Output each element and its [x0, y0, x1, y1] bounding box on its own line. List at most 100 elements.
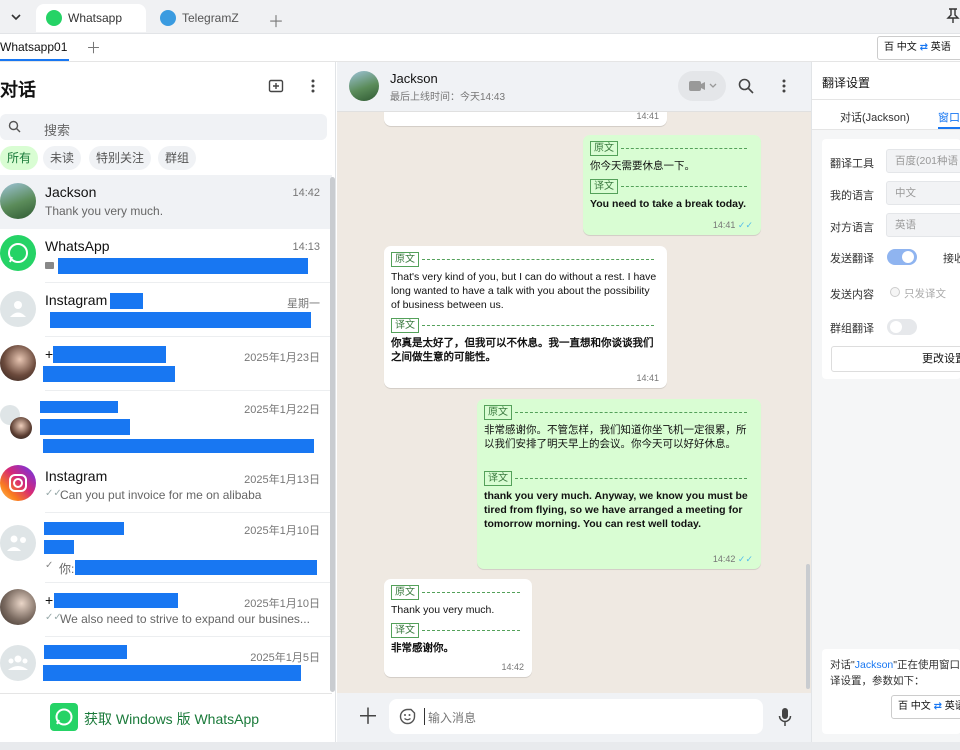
- avatar[interactable]: [349, 71, 379, 101]
- redacted-text: [50, 312, 311, 328]
- sent-check-icon: ✓: [45, 560, 54, 571]
- read-check-icon: ✓✓: [737, 220, 753, 230]
- message-time: 14:42 ✓✓: [712, 554, 753, 564]
- radio-only-translation[interactable]: [890, 287, 900, 297]
- menu-dots-icon[interactable]: [306, 77, 320, 95]
- peer-language-select[interactable]: 英语: [886, 213, 960, 237]
- translate-tool-select[interactable]: 百度(201种语: [886, 149, 960, 173]
- redacted-text: [44, 540, 74, 554]
- settings-header: 翻译设置: [812, 62, 960, 100]
- message-bubble-out[interactable]: 原文 非常感谢你。不管怎样，我们知道你坐飞机一定很累，所以我们安排了明天早上的会…: [477, 399, 761, 569]
- add-tab-icon[interactable]: ＋: [268, 8, 284, 32]
- tab-window-settings[interactable]: 窗口: [938, 109, 960, 125]
- translate-tool-label: 翻译工具: [830, 158, 874, 170]
- telegram-icon: [160, 10, 176, 26]
- message-original: Thank you very much.: [391, 604, 495, 616]
- swap-icon[interactable]: ⇄: [920, 42, 928, 53]
- message-translation: You need to take a break today.: [590, 198, 746, 210]
- browser-tab-bar: Whatsapp TelegramZ ＋: [0, 0, 960, 34]
- filter-groups[interactable]: 群组: [158, 146, 197, 170]
- tab-telegramz[interactable]: TelegramZ: [150, 4, 260, 32]
- chevron-down-icon[interactable]: [8, 9, 24, 25]
- divider: [515, 477, 747, 479]
- conversation-panel: Jackson 最后上线时间：今天14:43 14:41 原文 你今天需要休息一…: [337, 62, 811, 742]
- menu-dots-icon[interactable]: [777, 77, 791, 95]
- message-input[interactable]: 输入消息: [428, 709, 476, 726]
- redacted-text: [110, 293, 143, 309]
- message-bubble-in[interactable]: 14:41: [384, 112, 667, 126]
- message-bubble-in[interactable]: 原文 Thank you very much. 译文 非常感谢你。 14:42: [384, 579, 532, 677]
- filter-favorites[interactable]: 特别关注: [89, 146, 152, 170]
- message-time: 14:42: [501, 662, 524, 672]
- get-windows-link[interactable]: 获取 Windows 版 WhatsApp: [84, 709, 259, 729]
- redacted-text: [54, 593, 178, 608]
- add-account-icon[interactable]: ＋: [86, 37, 101, 58]
- redacted-text: [58, 258, 308, 274]
- settings-title: 翻译设置: [822, 76, 871, 90]
- chat-item-contact-8[interactable]: + 2025年1月10日 ✓✓ We also need to strive t…: [0, 583, 332, 637]
- message-bubble-out[interactable]: 原文 你今天需要休息一下。 译文 You need to take a brea…: [583, 135, 761, 235]
- my-language-label: 我的语言: [830, 190, 874, 202]
- translation-tag: 译文: [590, 179, 618, 194]
- message-scrollbar[interactable]: [806, 564, 810, 689]
- sticker-icon[interactable]: [399, 708, 416, 725]
- account-tab[interactable]: Whatsapp01: [0, 34, 70, 61]
- divider: [621, 147, 747, 149]
- engine-glyph: 百: [884, 42, 894, 53]
- settings-card: 翻译工具 百度(201种语 我的语言 中文 对方语言 英语 发送翻译 接收 发送…: [822, 139, 960, 379]
- chat-preview: We also need to strive to expand our bus…: [60, 612, 310, 626]
- tab-whatsapp[interactable]: Whatsapp: [36, 4, 146, 32]
- chat-name: Instagram: [45, 292, 108, 308]
- chat-item-instagram[interactable]: Instagram 2025年1月13日 ✓✓ Can you put invo…: [0, 459, 332, 513]
- chat-name: Jackson: [45, 184, 97, 200]
- tab-chat-settings[interactable]: 对话(Jackson): [840, 109, 910, 125]
- chat-item-instagram-group[interactable]: Instagram 星期一: [0, 283, 332, 337]
- filter-all[interactable]: 所有: [0, 146, 39, 170]
- language-switch[interactable]: 百 中文 ⇄ 英语: [877, 36, 960, 60]
- video-call-button[interactable]: [678, 71, 726, 101]
- message-bubble-in[interactable]: 原文 That's very kind of you, but I can do…: [384, 246, 667, 388]
- chat-time: 2025年1月10日: [244, 598, 320, 610]
- search-box[interactable]: 搜索: [0, 114, 327, 140]
- conversation-header: Jackson 最后上线时间：今天14:43: [337, 62, 811, 112]
- more-settings-button[interactable]: 更改设置: [831, 346, 960, 372]
- composer-bar: ＋ 输入消息: [337, 693, 811, 742]
- pin-icon[interactable]: [946, 7, 960, 25]
- chat-list-scrollbar[interactable]: [330, 177, 335, 692]
- chat-item-contact-9[interactable]: 2025年1月5日: [0, 637, 332, 691]
- search-icon[interactable]: [738, 78, 754, 94]
- divider: [515, 411, 747, 413]
- attach-plus-icon[interactable]: ＋: [357, 706, 379, 728]
- whatsapp-avatar-icon: [0, 235, 36, 271]
- message-input-box[interactable]: 输入消息: [389, 699, 763, 734]
- contact-name[interactable]: Jackson: [390, 71, 438, 86]
- chat-time: 2025年1月13日: [244, 474, 320, 486]
- group-translate-toggle[interactable]: [887, 319, 917, 335]
- instagram-icon: [0, 465, 36, 501]
- divider: [422, 258, 654, 260]
- new-chat-icon[interactable]: [268, 78, 284, 94]
- chat-preview: Can you put invoice for me on alibaba: [60, 488, 262, 502]
- message-time: 14:41: [636, 112, 659, 121]
- group-avatar-icon: [0, 645, 36, 681]
- chat-item-whatsapp[interactable]: WhatsApp 14:13: [0, 229, 332, 283]
- send-translate-label: 发送翻译: [830, 253, 874, 265]
- my-language-select[interactable]: 中文: [886, 181, 960, 205]
- notice-language-pair[interactable]: 百 中文 ⇄ 英语: [891, 695, 960, 719]
- chat-item-contact-7[interactable]: 2025年1月10日 ✓ 你:: [0, 513, 332, 583]
- microphone-icon[interactable]: [778, 707, 792, 727]
- chat-time: 星期一: [287, 298, 320, 310]
- message-time: 14:41: [636, 373, 659, 383]
- send-translate-toggle[interactable]: [887, 249, 917, 265]
- filter-unread[interactable]: 未读: [43, 146, 82, 170]
- redacted-text: [75, 560, 317, 575]
- search-input[interactable]: 搜索: [44, 120, 70, 139]
- translation-tag: 译文: [391, 623, 419, 638]
- divider: [422, 629, 520, 631]
- chat-item-contact-5[interactable]: 2025年1月22日: [0, 391, 332, 453]
- chat-item-contact-4[interactable]: + 2025年1月23日: [0, 337, 332, 391]
- active-tab-indicator: [938, 127, 960, 129]
- get-windows-banner[interactable]: 获取 Windows 版 WhatsApp: [0, 693, 332, 742]
- chat-item-jackson[interactable]: Jackson 14:42 Thank you very much.: [0, 175, 332, 229]
- tab-label: Whatsapp: [68, 11, 123, 25]
